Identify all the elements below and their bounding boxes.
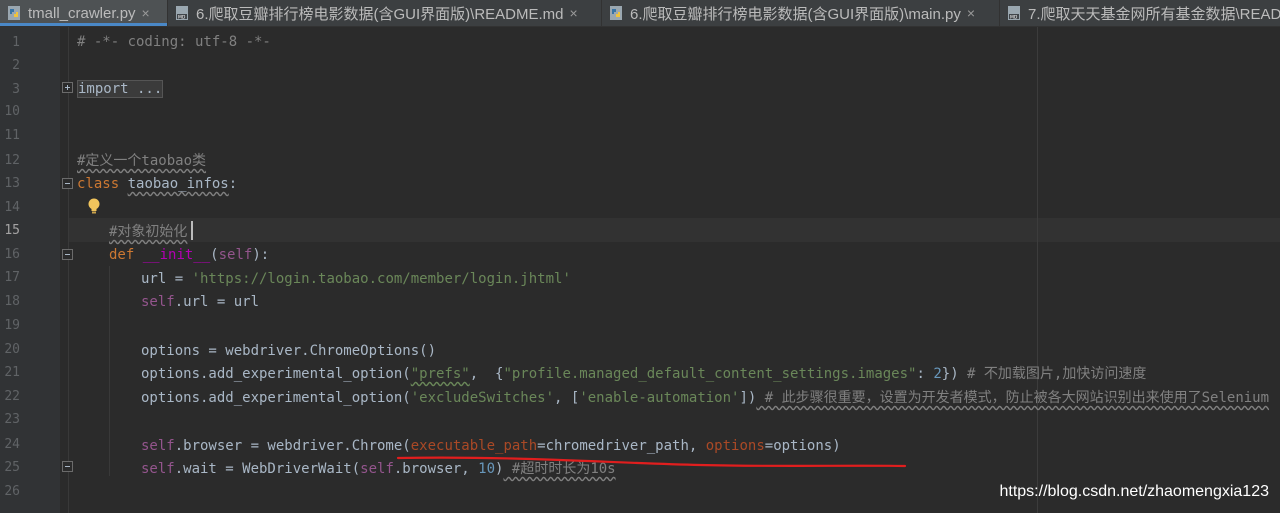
red-underline-annotation <box>396 456 907 468</box>
watermark: https://blog.csdn.net/zhaomengxia123 <box>999 483 1269 500</box>
